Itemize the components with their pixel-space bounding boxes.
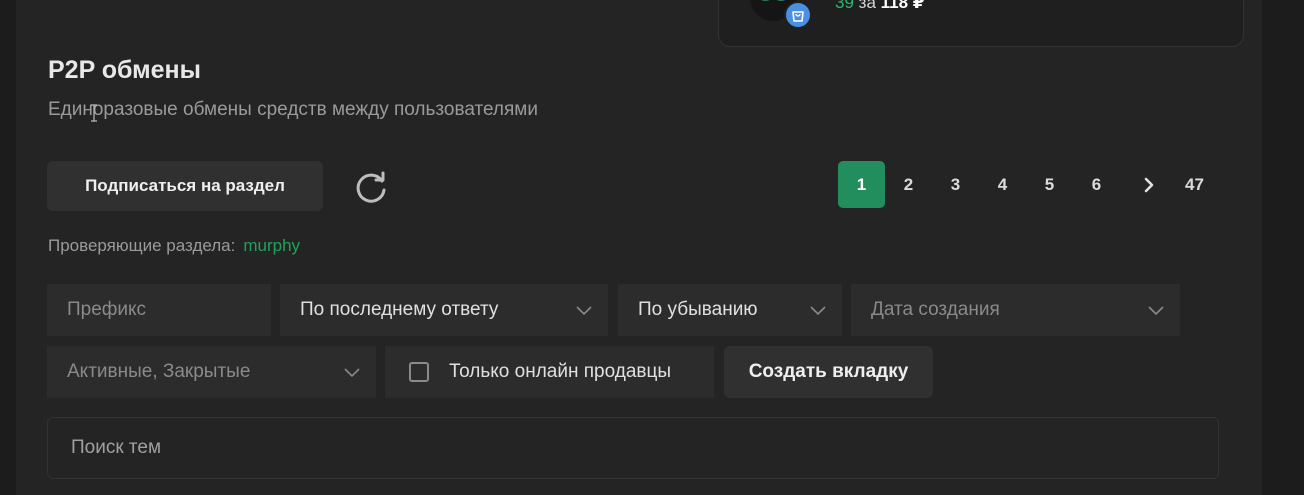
purchase-word: за	[858, 0, 876, 12]
sort-field-value: По последнему ответу	[300, 299, 499, 320]
date-placeholder: Дата создания	[871, 299, 1000, 320]
search-input[interactable]: Поиск тем	[47, 417, 1219, 479]
page-title: P2P обмены	[48, 56, 201, 84]
page-4[interactable]: 4	[979, 161, 1026, 208]
shopping-bag-icon	[784, 1, 812, 29]
search-placeholder: Поиск тем	[71, 437, 162, 458]
sort-order-value: По убыванию	[638, 299, 758, 320]
online-sellers-checkbox[interactable]: Только онлайн продавцы	[385, 346, 714, 398]
moderator-link[interactable]: murphy	[243, 236, 300, 255]
online-sellers-label: Только онлайн продавцы	[449, 361, 672, 382]
next-page-button[interactable]	[1125, 161, 1172, 208]
page-2[interactable]: 2	[885, 161, 932, 208]
sort-field-select[interactable]: По последнему ответу	[280, 284, 608, 336]
purchase-price: 39 за 118 ₽	[835, 0, 925, 13]
moderators-label: Проверяющие раздела:	[48, 236, 236, 255]
prefix-select[interactable]: Префикс	[47, 284, 271, 336]
page-3[interactable]: 3	[932, 161, 979, 208]
purchase-count: 39	[835, 0, 854, 12]
purchase-popup: GG 39 за 118 ₽	[718, 0, 1244, 47]
page-subtitle: Единоразовые обмены средств между пользо…	[48, 99, 538, 120]
refresh-icon[interactable]	[352, 169, 390, 207]
create-tab-button[interactable]: Создать вкладку	[724, 346, 933, 398]
sort-order-select[interactable]: По убыванию	[618, 284, 842, 336]
prefix-placeholder: Префикс	[67, 299, 147, 320]
checkbox-icon[interactable]	[409, 362, 429, 382]
chevron-down-icon	[344, 368, 360, 378]
text-cursor-icon	[91, 104, 97, 122]
chevron-down-icon	[576, 306, 592, 316]
subscribe-button[interactable]: Подписаться на раздел	[47, 161, 323, 211]
chevron-down-icon	[1148, 306, 1164, 316]
status-value: Активные, Закрытые	[67, 361, 251, 382]
chevron-down-icon	[810, 306, 826, 316]
purchase-amount: 118 ₽	[880, 0, 925, 12]
page-1[interactable]: 1	[838, 161, 885, 208]
page-5[interactable]: 5	[1026, 161, 1073, 208]
last-page[interactable]: 47	[1171, 161, 1218, 208]
moderators-line: Проверяющие раздела: murphy	[48, 236, 300, 256]
date-select[interactable]: Дата создания	[851, 284, 1180, 336]
status-select[interactable]: Активные, Закрытые	[47, 346, 376, 398]
page-6[interactable]: 6	[1073, 161, 1120, 208]
chevron-right-icon	[1144, 177, 1153, 192]
